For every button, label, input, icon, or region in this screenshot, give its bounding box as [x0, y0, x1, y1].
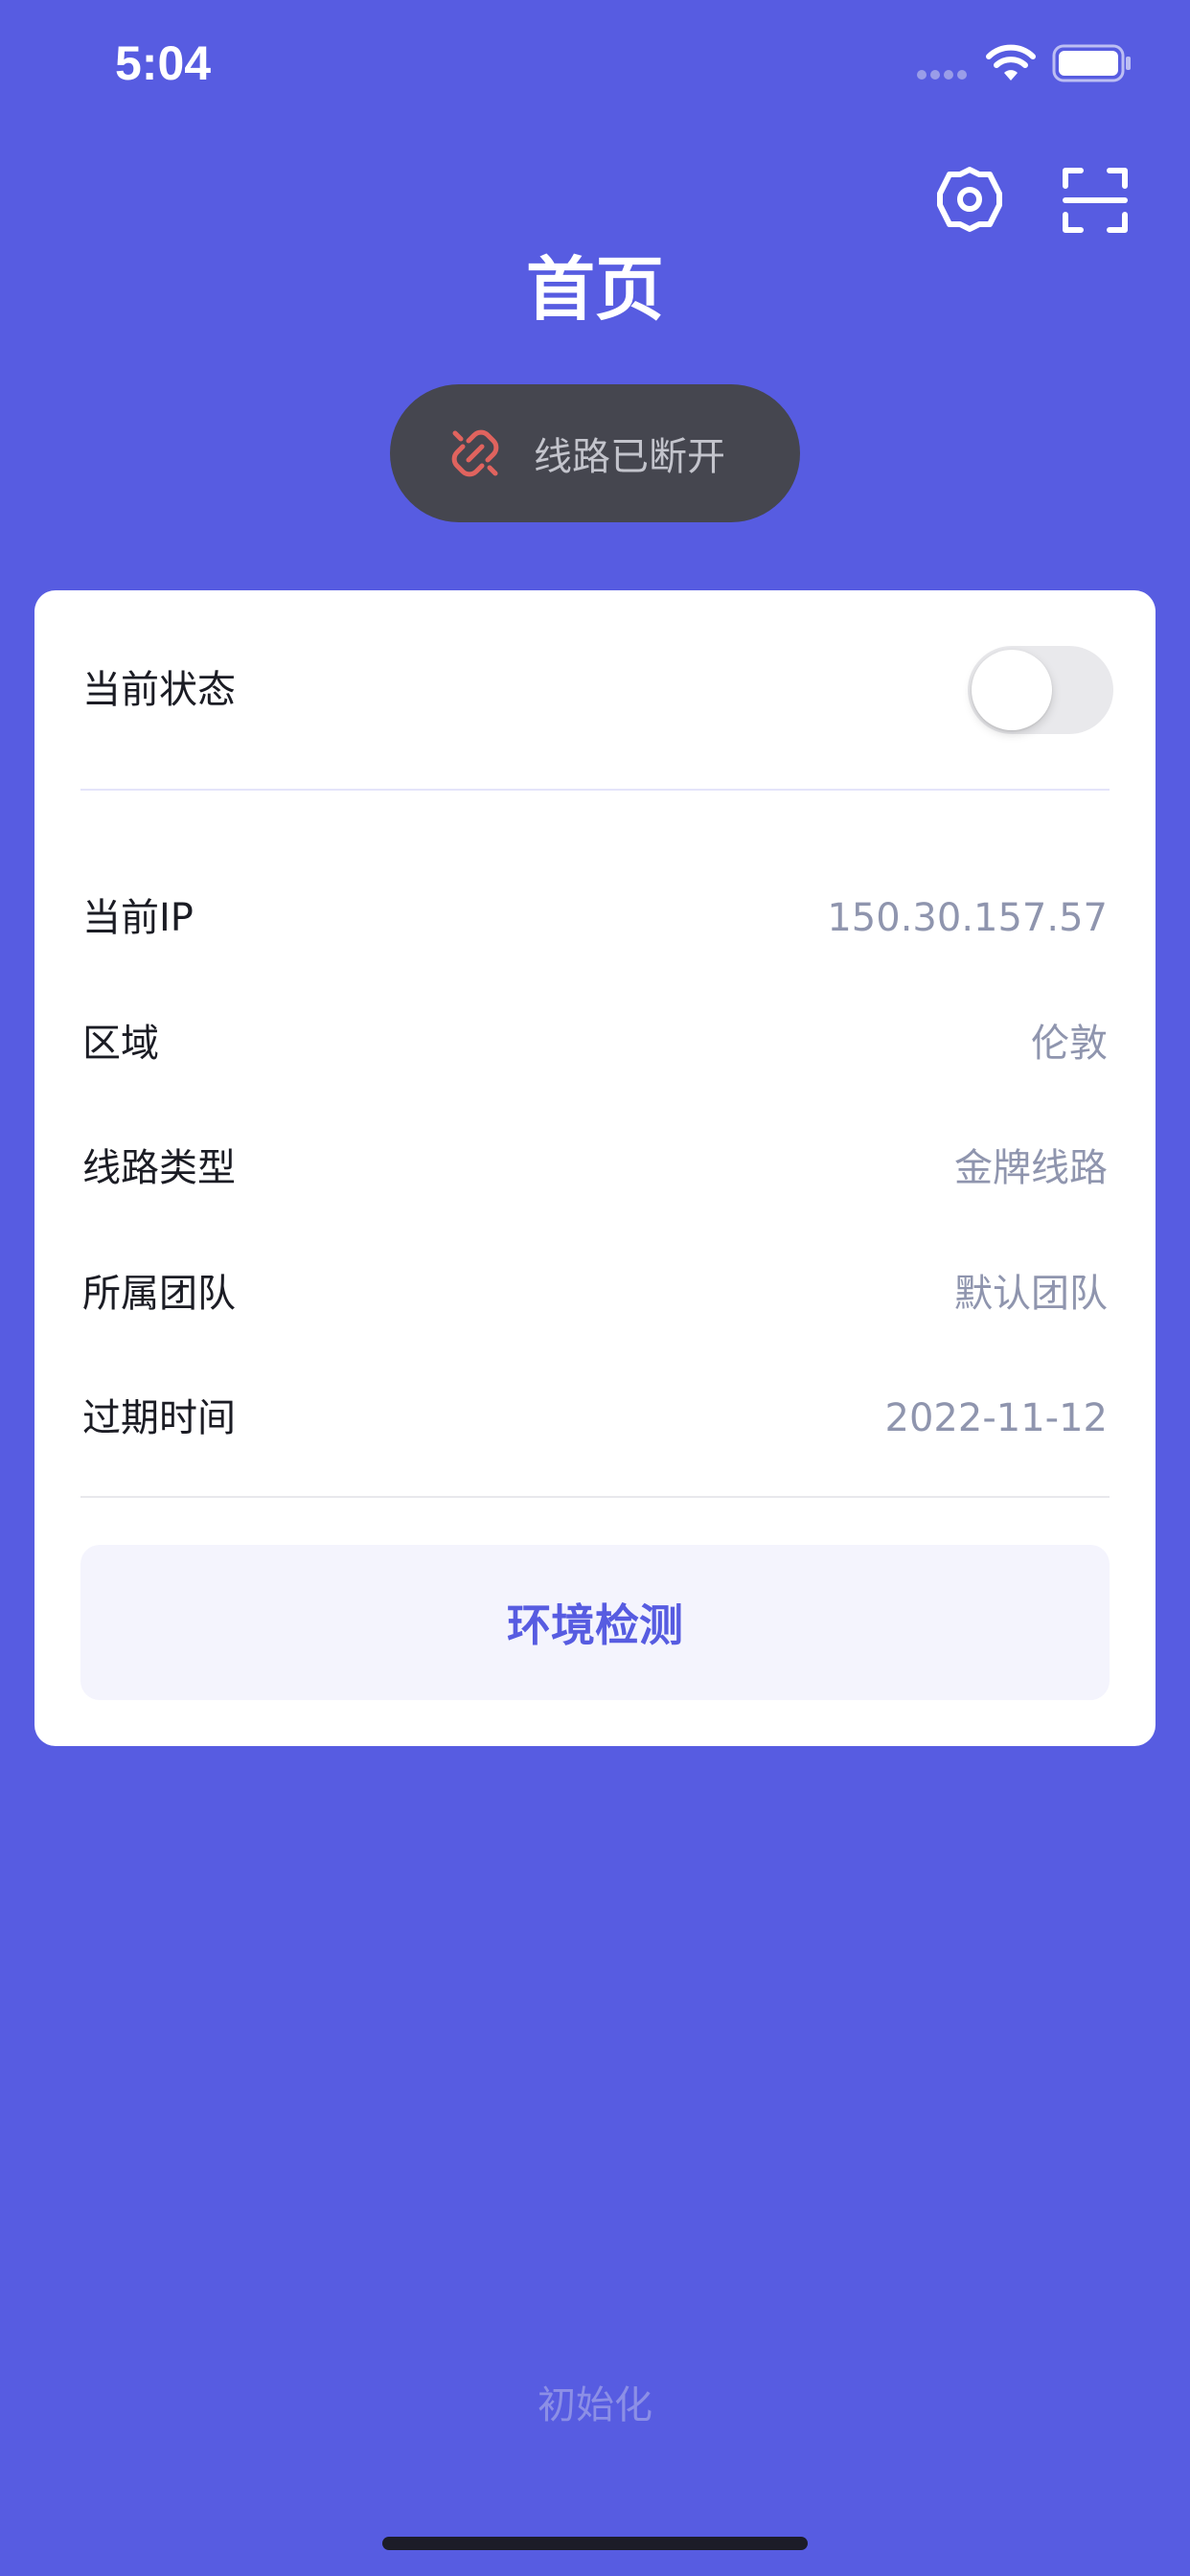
team-value: 默认团队 [954, 1272, 1108, 1316]
cellular-signal-icon [917, 70, 967, 80]
gear-icon[interactable] [935, 165, 1004, 234]
toggle-knob [972, 650, 1052, 730]
wifi-icon [986, 44, 1036, 80]
expiry-label: 过期时间 [82, 1396, 236, 1440]
ip-label: 当前IP [82, 896, 194, 940]
region-label: 区域 [82, 1022, 159, 1066]
connection-status-pill[interactable]: 线路已断开 [390, 384, 800, 522]
team-label: 所属团队 [82, 1272, 236, 1316]
connection-info-card: 当前状态 当前IP 150.30.157.57 区域 伦敦 线路类型 金牌线路 … [34, 590, 1156, 1746]
environment-check-button[interactable]: 环境检测 [80, 1545, 1110, 1700]
home-indicator [382, 2537, 808, 2550]
divider-bottom [80, 1496, 1110, 1498]
region-value: 伦敦 [1031, 1022, 1108, 1066]
battery-icon [1052, 44, 1131, 82]
line-type-label: 线路类型 [82, 1146, 236, 1190]
scan-frame-icon[interactable] [1062, 167, 1129, 234]
status-label: 当前状态 [82, 668, 236, 712]
page-title: 首页 [525, 249, 664, 330]
ip-value: 150.30.157.57 [827, 896, 1108, 940]
broken-link-icon [451, 429, 499, 477]
connection-toggle[interactable] [968, 646, 1113, 734]
connection-status-text: 线路已断开 [534, 435, 725, 479]
divider-top [80, 789, 1110, 791]
status-time: 5:04 [115, 36, 212, 90]
initialize-link[interactable]: 初始化 [0, 2377, 1190, 2434]
expiry-value: 2022-11-12 [884, 1396, 1108, 1440]
line-type-value: 金牌线路 [954, 1146, 1108, 1190]
